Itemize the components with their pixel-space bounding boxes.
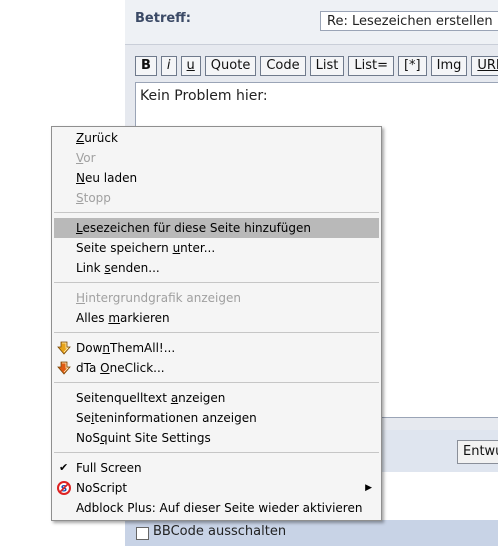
bbcode-off-checkbox[interactable]: [136, 527, 149, 540]
menu-separator: [54, 382, 379, 383]
subject-label: Betreff:: [135, 11, 191, 26]
menu-item-hintergrundgrafik-anzeigen[interactable]: Hintergrundgrafik anzeigen: [52, 288, 381, 308]
menu-item-label: Link senden...: [76, 261, 160, 275]
code-button[interactable]: Code: [260, 56, 306, 76]
menu-item-neu-laden[interactable]: Neu laden: [52, 168, 381, 188]
noscript-icon: S: [57, 481, 71, 495]
menu-separator: [54, 282, 379, 283]
underline-button[interactable]: u: [180, 56, 201, 76]
menu-separator: [54, 452, 379, 453]
italic-button[interactable]: i: [160, 56, 177, 76]
menu-item-seite-speichern-unter[interactable]: Seite speichern unter...: [52, 238, 381, 258]
menu-item-downthemall[interactable]: DownThemAll!...: [52, 338, 381, 358]
bbcode-off-label: BBCode ausschalten: [153, 524, 287, 539]
quote-button[interactable]: Quote: [204, 56, 257, 76]
menu-item-label: Full Screen: [76, 461, 142, 475]
checkmark-icon: ✔: [59, 461, 69, 474]
menu-item-label: Seiteninformationen anzeigen: [76, 411, 257, 425]
menu-item-zurück[interactable]: Zurück: [52, 128, 381, 148]
menu-item-label: Zurück: [76, 131, 118, 145]
url-button[interactable]: URL: [471, 56, 498, 76]
menu-item-label: Seitenquelltext anzeigen: [76, 391, 226, 405]
menu-item-label: Alles markieren: [76, 311, 170, 325]
menu-separator: [54, 332, 379, 333]
downthemall-icon: [57, 341, 71, 355]
menu-item-noscript[interactable]: S NoScript ▶: [52, 478, 381, 498]
menu-item-seitenquelltext-anzeigen[interactable]: Seitenquelltext anzeigen: [52, 388, 381, 408]
menu-item-label: DownThemAll!...: [76, 341, 176, 355]
list-button[interactable]: List: [309, 56, 345, 76]
list-ordered-button[interactable]: List=: [348, 56, 394, 76]
menu-item-vor[interactable]: Vor: [52, 148, 381, 168]
menu-item-label: NoSquint Site Settings: [76, 431, 211, 445]
menu-item-alles-markieren[interactable]: Alles markieren: [52, 308, 381, 328]
menu-item-lesezeichen-für-diese-seite-hinzufügen[interactable]: Lesezeichen für diese Seite hinzufügen: [54, 218, 379, 238]
menu-item-link-senden[interactable]: Link senden...: [52, 258, 381, 278]
dta-oneclick-icon: [57, 361, 71, 375]
menu-item-label: Adblock Plus: Auf dieser Seite wieder ak…: [76, 501, 363, 515]
menu-item-label: dTa OneClick...: [76, 361, 165, 375]
menu-item-dta-oneclick[interactable]: dTa OneClick...: [52, 358, 381, 378]
submenu-arrow-icon: ▶: [365, 483, 372, 493]
menu-item-label: Neu laden: [76, 171, 138, 185]
menu-item-label: Vor: [76, 151, 96, 165]
editor-text: Kein Problem hier:: [140, 88, 268, 104]
bbcode-toolbar: B i u Quote Code List List= [*] Img URL: [135, 56, 498, 76]
menu-item-nosquint-site-settings[interactable]: NoSquint Site Settings: [52, 428, 381, 448]
menu-separator: [54, 212, 379, 213]
bold-button[interactable]: B: [135, 56, 157, 76]
menu-item-stopp[interactable]: Stopp: [52, 188, 381, 208]
menu-item-label: NoScript: [76, 481, 128, 495]
menu-item-label: Seite speichern unter...: [76, 241, 216, 255]
menu-item-full-screen[interactable]: ✔ Full Screen: [52, 458, 381, 478]
menu-item-label: Lesezeichen für diese Seite hinzufügen: [76, 221, 312, 235]
img-button[interactable]: Img: [430, 56, 468, 76]
subject-input[interactable]: Re: Lesezeichen erstellen: [320, 11, 498, 31]
draft-button[interactable]: Entwu: [457, 440, 498, 464]
list-item-button[interactable]: [*]: [397, 56, 427, 76]
menu-item-label: Stopp: [76, 191, 111, 205]
menu-item-label: Hintergrundgrafik anzeigen: [76, 291, 241, 305]
menu-item-seiteninformationen-anzeigen[interactable]: Seiteninformationen anzeigen: [52, 408, 381, 428]
menu-item-adblock-plus-auf-dieser-seite-wieder-aktivieren[interactable]: Adblock Plus: Auf dieser Seite wieder ak…: [52, 498, 381, 518]
context-menu: Zurück Vor Neu laden Stopp Lesezeichen für d…: [51, 126, 382, 521]
